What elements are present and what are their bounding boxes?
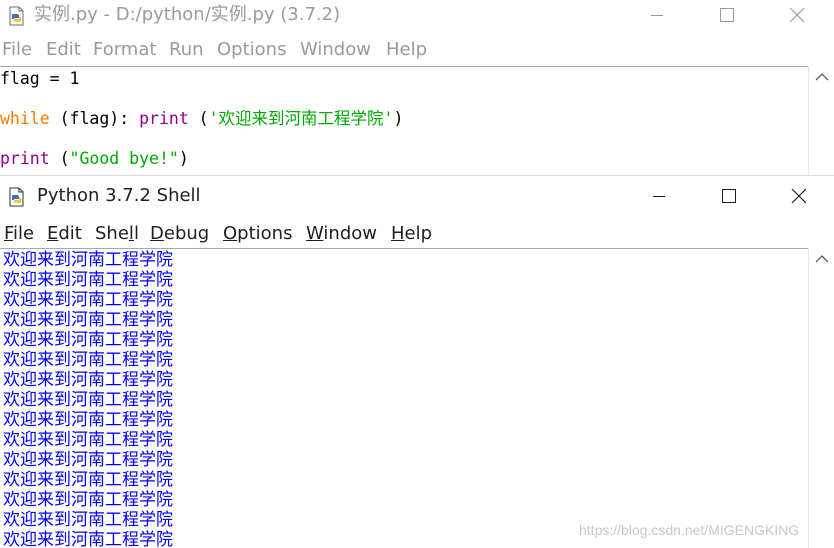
shell-output-line: 欢迎来到河南工程学院 [3,310,173,330]
menu-mnemonic: E [47,223,59,244]
shell-minimize-button[interactable] [636,181,682,211]
shell-scroll-up-button[interactable] [809,248,834,270]
editor-text-area[interactable]: flag = 1 while (flag): print ('欢迎来到河南工程学… [0,66,808,175]
python-file-icon [9,187,24,207]
builtin-print: print [0,149,50,168]
code-paren-open: ( [49,149,70,168]
shell-output-line: 欢迎来到河南工程学院 [3,470,173,490]
menu-mnemonic: D [150,223,164,244]
shell-output-line: 欢迎来到河南工程学院 [3,410,173,430]
shell-output-line: 欢迎来到河南工程学院 [3,250,173,270]
code-paren-close: ) [393,109,404,128]
menu-mnemonic: W [306,223,324,244]
editor-scroll-up-button[interactable] [809,66,834,88]
maximize-icon [720,8,734,22]
builtin-print: print [139,109,189,128]
close-icon [791,188,807,204]
editor-menu-help[interactable]: Help [386,38,427,62]
scroll-up-arrow-icon [815,255,829,263]
shell-scrollbar[interactable] [808,248,834,548]
shell-output-line: 欢迎来到河南工程学院 [3,350,173,370]
menu-label: She [95,223,129,244]
editor-minimize-button[interactable] [634,0,680,30]
menu-label: ptions [237,223,293,244]
code-condition: (flag): [49,109,140,128]
shell-output-line: 欢迎来到河南工程学院 [3,490,173,510]
minimize-icon [653,196,665,197]
shell-output-line: 欢迎来到河南工程学院 [3,450,173,470]
shell-menu-window[interactable]: Window [306,222,377,246]
shell-menu-edit[interactable]: Edit [47,222,82,246]
menu-mnemonic: O [223,223,238,244]
editor-menu-edit[interactable]: Edit [46,38,81,62]
editor-window-title: 实例.py - D:/python/实例.py (3.7.2) [34,4,341,25]
editor-menu-run[interactable]: Run [169,38,204,62]
shell-output-line: 欢迎来到河南工程学院 [3,530,173,548]
shell-window: Python 3.7.2 Shell File Edit Shell Debug… [0,175,834,548]
scroll-up-arrow-icon [815,73,829,81]
editor-maximize-button[interactable] [704,0,750,30]
close-icon [789,7,805,23]
menu-label: ile [13,223,35,244]
editor-window: 实例.py - D:/python/实例.py (3.7.2) File Edi… [0,0,834,175]
editor-scrollbar[interactable] [808,66,834,175]
editor-menubar: File Edit Format Run Options Window Help [0,34,834,64]
shell-output-line: 欢迎来到河南工程学院 [3,390,173,410]
shell-menu-options[interactable]: Options [223,222,292,246]
shell-menu-help[interactable]: Help [391,222,432,246]
code-assignment: flag = 1 [0,69,80,88]
code-line-2: while (flag): print ('欢迎来到河南工程学院') [0,108,403,130]
editor-menu-file[interactable]: File [2,38,32,62]
shell-output-line: 欢迎来到河南工程学院 [3,290,173,310]
python-file-icon [9,6,24,26]
menu-label: indow [323,223,377,244]
menu-mnemonic: H [391,223,405,244]
code-paren-close: ) [178,149,189,168]
watermark: https://blog.csdn.net/MIGENGKING [579,522,800,538]
menu-label: elp [404,223,433,244]
code-line-1: flag = 1 [0,68,79,90]
editor-menu-options[interactable]: Options [217,38,286,62]
menu-label: ebug [163,223,210,244]
minimize-icon [651,15,663,16]
menu-label: l [133,223,139,244]
shell-output-line: 欢迎来到河南工程学院 [3,370,173,390]
shell-output-line: 欢迎来到河南工程学院 [3,330,173,350]
string-literal: "Good bye!" [69,149,179,168]
shell-output-area[interactable]: 欢迎来到河南工程学院 欢迎来到河南工程学院 欢迎来到河南工程学院 欢迎来到河南工… [0,248,808,548]
shell-menu-file[interactable]: File [4,222,34,246]
keyword-while: while [0,109,50,128]
shell-close-button[interactable] [776,181,822,211]
shell-titlebar[interactable]: Python 3.7.2 Shell [0,181,834,211]
editor-close-button[interactable] [774,0,820,30]
shell-window-title: Python 3.7.2 Shell [37,185,201,206]
shell-menu-debug[interactable]: Debug [150,222,209,246]
maximize-icon [722,189,736,203]
editor-menu-format[interactable]: Format [93,38,156,62]
shell-output-line: 欢迎来到河南工程学院 [3,430,173,450]
code-line-3: print ("Good bye!") [0,148,189,170]
editor-menu-window[interactable]: Window [300,38,371,62]
code-paren-open: ( [188,109,209,128]
editor-titlebar[interactable]: 实例.py - D:/python/实例.py (3.7.2) [0,0,834,30]
shell-maximize-button[interactable] [706,181,752,211]
shell-menubar: File Edit Shell Debug Options Window Hel… [0,218,834,248]
shell-menu-shell[interactable]: Shell [95,222,139,246]
string-literal: '欢迎来到河南工程学院' [208,109,394,128]
shell-output-line: 欢迎来到河南工程学院 [3,510,173,530]
menu-mnemonic: F [4,223,14,244]
menu-label: dit [58,223,82,244]
shell-output-line: 欢迎来到河南工程学院 [3,270,173,290]
